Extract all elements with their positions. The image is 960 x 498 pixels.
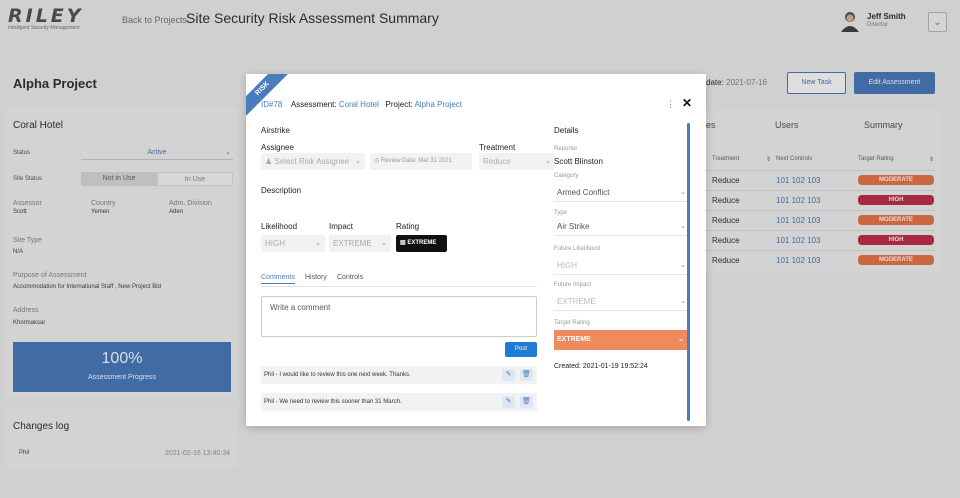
rating-badge: ▤ EXTREME bbox=[396, 235, 447, 252]
post-button[interactable]: Post bbox=[505, 342, 537, 357]
assignee-placeholder: Select Risk Assignee bbox=[274, 157, 350, 166]
assignee-select[interactable]: ♟ Select Risk Assignee ⌄ bbox=[261, 153, 365, 170]
comment-item: Phil - We need to review this sooner tha… bbox=[261, 393, 537, 411]
trash-icon[interactable]: 🗑 bbox=[520, 369, 533, 381]
type-select[interactable]: Air Strike ⌄ bbox=[554, 218, 688, 236]
reporter-value: Scott Blinston bbox=[554, 157, 603, 166]
future-likelihood-select[interactable]: HIGH ⌄ bbox=[554, 257, 688, 275]
treatment-label: Treatment bbox=[479, 143, 516, 152]
risk-modal: RISK ID#78 Assessment: Coral Hotel Proje… bbox=[246, 74, 706, 426]
comment-item: Phil - I would like to review this one n… bbox=[261, 366, 537, 384]
likelihood-label: Likelihood bbox=[261, 222, 298, 231]
assignee-label: Assignee bbox=[261, 143, 294, 152]
chevron-down-icon: ⌄ bbox=[680, 223, 686, 230]
details-title: Details bbox=[554, 126, 579, 135]
comment-text: Phil - I would like to review this one n… bbox=[264, 372, 411, 378]
treatment-value: Reduce bbox=[483, 157, 511, 166]
bar-chart-icon: ▤ bbox=[400, 240, 406, 246]
risk-id: ID#78 bbox=[261, 100, 283, 109]
project-label: Project: bbox=[385, 100, 413, 109]
review-date-field[interactable]: ◷ Review Date: Mar 31 2021 bbox=[370, 153, 472, 170]
edit-icon[interactable]: ✎ bbox=[502, 396, 515, 408]
target-rating-select[interactable]: EXTREME ⌄ bbox=[554, 330, 688, 350]
comment-input[interactable]: Write a comment bbox=[261, 296, 537, 337]
category-select[interactable]: Armed Conflict ⌄ bbox=[554, 184, 688, 202]
treatment-select[interactable]: Reduce ⌄ bbox=[479, 153, 555, 170]
future-likelihood-label: Future Likelihood bbox=[554, 246, 601, 252]
comment-text: Phil - We need to review this sooner tha… bbox=[264, 399, 402, 405]
risk-ribbon: RISK bbox=[246, 74, 293, 119]
project-link[interactable]: Alpha Project bbox=[414, 100, 462, 109]
chevron-down-icon: ⌄ bbox=[680, 189, 686, 196]
user-icon: ♟ bbox=[265, 157, 273, 166]
chevron-down-icon: ⌄ bbox=[355, 158, 361, 165]
clock-icon: ◷ bbox=[374, 158, 380, 164]
type-label: Type bbox=[554, 210, 568, 216]
description-label: Description bbox=[261, 186, 302, 195]
chevron-down-icon: ⌄ bbox=[680, 298, 686, 305]
assessment-link[interactable]: Coral Hotel bbox=[339, 100, 379, 109]
likelihood-select[interactable]: HIGH ⌄ bbox=[261, 235, 325, 252]
chevron-down-icon: ⌄ bbox=[545, 158, 551, 165]
tab-history[interactable]: History bbox=[305, 274, 327, 281]
target-rating-value: EXTREME bbox=[557, 336, 591, 343]
details-scrollbar[interactable] bbox=[687, 123, 690, 421]
category-value: Armed Conflict bbox=[557, 188, 610, 197]
type-value: Air Strike bbox=[557, 222, 590, 231]
tab-comments[interactable]: Comments bbox=[261, 274, 295, 284]
likelihood-value: HIGH bbox=[265, 239, 285, 248]
chevron-down-icon: ⌄ bbox=[381, 240, 387, 247]
future-impact-label: Future Impact bbox=[554, 282, 592, 288]
category-label: Category bbox=[554, 173, 579, 179]
chevron-down-icon: ⌄ bbox=[678, 336, 684, 343]
future-impact-value: EXTREME bbox=[557, 297, 596, 306]
risk-name: Airstrike bbox=[261, 126, 290, 135]
chevron-down-icon: ⌄ bbox=[315, 240, 321, 247]
edit-icon[interactable]: ✎ bbox=[502, 369, 515, 381]
reporter-label: Reporter bbox=[554, 146, 578, 152]
more-options-icon[interactable]: ⋮ bbox=[666, 99, 675, 110]
modal-header: ID#78 Assessment: Coral Hotel Project: A… bbox=[261, 100, 462, 109]
future-impact-select[interactable]: EXTREME ⌄ bbox=[554, 293, 688, 311]
future-likelihood-value: HIGH bbox=[557, 261, 577, 270]
comment-tabs: Comments History Controls bbox=[261, 272, 537, 287]
chevron-down-icon: ⌄ bbox=[680, 262, 686, 269]
close-icon[interactable]: ✕ bbox=[682, 96, 692, 110]
tab-controls[interactable]: Controls bbox=[337, 274, 363, 281]
trash-icon[interactable]: 🗑 bbox=[520, 396, 533, 408]
assessment-label: Assessment: bbox=[290, 100, 337, 109]
impact-label: Impact bbox=[329, 222, 354, 231]
impact-select[interactable]: EXTREME ⌄ bbox=[329, 235, 391, 252]
created-timestamp: Created: 2021-01-19 19:52:24 bbox=[554, 363, 648, 370]
impact-value: EXTREME bbox=[333, 239, 372, 248]
target-rating-label: Target Rating bbox=[554, 320, 590, 326]
review-date-value: Review Date: Mar 31 2021 bbox=[380, 158, 452, 164]
rating-label: Rating bbox=[396, 222, 420, 231]
rating-value: EXTREME bbox=[407, 240, 437, 246]
